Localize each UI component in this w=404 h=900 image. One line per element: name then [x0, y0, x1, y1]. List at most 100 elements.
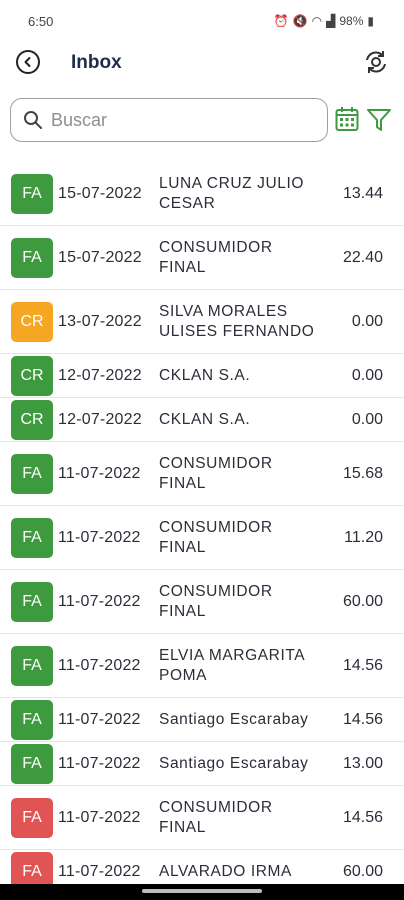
customer-name: CONSUMIDOR FINAL: [159, 518, 329, 558]
customer-name-line: Santiago Escarabay: [159, 711, 309, 728]
customer-name-line: FINAL: [159, 475, 206, 492]
customer-name: Santiago Escarabay: [159, 754, 329, 774]
document-type-badge: FA: [11, 646, 53, 686]
document-date: 11-07-2022: [58, 593, 141, 610]
document-date: 12-07-2022: [58, 367, 142, 384]
customer-name: SILVA MORALES ULISES FERNANDO: [159, 302, 329, 342]
battery-level: 98%: [339, 14, 364, 28]
list-item[interactable]: FA 11-07-2022 ELVIA MARGARITA POMA 14.56: [0, 634, 404, 698]
search-input[interactable]: [51, 109, 311, 131]
status-bar: 6:50 ⏰ 🔇 ◠ ▟ 98% ▮: [0, 0, 404, 44]
customer-name: LUNA CRUZ JULIO CESAR: [159, 174, 329, 214]
sync-button[interactable]: [362, 48, 390, 76]
document-type-badge: FA: [11, 582, 53, 622]
document-date: 15-07-2022: [58, 185, 142, 202]
calendar-icon: [335, 107, 359, 131]
document-amount: 11.20: [344, 529, 383, 546]
customer-name: CKLAN S.A.: [159, 410, 329, 430]
document-date: 11-07-2022: [58, 529, 141, 546]
list-item[interactable]: CR 13-07-2022 SILVA MORALES ULISES FERNANDO…: [0, 290, 404, 354]
customer-name-line: CONSUMIDOR: [159, 455, 273, 472]
customer-name-line: ELVIA MARGARITA: [159, 647, 306, 664]
customer-name: Santiago Escarabay: [159, 710, 329, 730]
app-header: Inbox: [0, 44, 404, 84]
customer-name: CKLAN S.A.: [159, 366, 329, 386]
customer-name-line: POMA: [159, 667, 208, 684]
document-date: 12-07-2022: [58, 411, 142, 428]
list-item[interactable]: FA 11-07-2022 CONSUMIDOR FINAL 14.56: [0, 786, 404, 850]
battery-icon: ▮: [367, 14, 374, 28]
customer-name: CONSUMIDOR FINAL: [159, 582, 329, 622]
list-item[interactable]: CR 12-07-2022 CKLAN S.A. 0.00: [0, 354, 404, 398]
list-item[interactable]: FA 15-07-2022 CONSUMIDOR FINAL 22.40: [0, 226, 404, 290]
customer-name-line: SILVA MORALES: [159, 303, 288, 320]
customer-name-line: ULISES FERNANDO: [159, 323, 315, 340]
document-date: 11-07-2022: [58, 465, 141, 482]
calendar-button[interactable]: [335, 106, 359, 132]
sync-icon: [366, 51, 386, 73]
customer-name-line: ALVARADO IRMA: [159, 863, 292, 880]
document-amount: 14.56: [342, 809, 383, 826]
signal-icon: ▟: [326, 14, 336, 28]
document-amount: 60.00: [342, 863, 383, 880]
document-amount: 0.00: [351, 367, 383, 384]
list-item[interactable]: CR 12-07-2022 CKLAN S.A. 0.00: [0, 398, 404, 442]
document-date: 15-07-2022: [58, 249, 142, 266]
alarm-icon: ⏰: [273, 14, 289, 28]
mute-icon: 🔇: [292, 14, 308, 28]
document-amount: 0.00: [351, 411, 383, 428]
document-date: 11-07-2022: [58, 711, 141, 728]
list-item[interactable]: FA 15-07-2022 LUNA CRUZ JULIO CESAR 13.44: [0, 162, 404, 226]
home-handle[interactable]: [142, 889, 262, 893]
customer-name: CONSUMIDOR FINAL: [159, 238, 329, 278]
navigation-bar: [0, 884, 404, 900]
search-icon: [24, 111, 42, 129]
document-date: 11-07-2022: [58, 809, 141, 826]
customer-name-line: CKLAN S.A.: [159, 411, 251, 428]
document-type-badge: FA: [11, 744, 53, 784]
customer-name-line: CONSUMIDOR: [159, 799, 273, 816]
wifi-icon: ◠: [311, 14, 323, 28]
back-button[interactable]: [16, 50, 40, 74]
list-item[interactable]: FA 11-07-2022 Santiago Escarabay 14.56: [0, 698, 404, 742]
customer-name: CONSUMIDOR FINAL: [159, 798, 329, 838]
document-date: 11-07-2022: [58, 863, 141, 880]
status-icons: ⏰ 🔇 ◠ ▟ 98% ▮: [274, 14, 374, 28]
customer-name: ALVARADO IRMA: [159, 862, 329, 882]
list-item[interactable]: FA 11-07-2022 Santiago Escarabay 13.00: [0, 742, 404, 786]
customer-name-line: Santiago Escarabay: [159, 755, 309, 772]
filter-button[interactable]: [366, 107, 392, 133]
customer-name-line: LUNA CRUZ JULIO: [159, 175, 305, 192]
chevron-left-icon: [24, 57, 31, 67]
document-date: 13-07-2022: [58, 313, 142, 330]
document-type-badge: CR: [11, 400, 53, 440]
customer-name-line: CONSUMIDOR: [159, 519, 273, 536]
document-type-badge: FA: [11, 174, 53, 214]
customer-name-line: FINAL: [159, 819, 206, 836]
document-type-badge: CR: [11, 302, 53, 342]
list-item[interactable]: FA 11-07-2022 CONSUMIDOR FINAL 11.20: [0, 506, 404, 570]
document-date: 11-07-2022: [58, 657, 141, 674]
customer-name-line: FINAL: [159, 603, 206, 620]
customer-name: CONSUMIDOR FINAL: [159, 454, 329, 494]
document-type-badge: FA: [11, 454, 53, 494]
document-type-badge: FA: [11, 518, 53, 558]
document-type-badge: FA: [11, 700, 53, 740]
list-item[interactable]: FA 11-07-2022 CONSUMIDOR FINAL 60.00: [0, 570, 404, 634]
document-amount: 0.00: [351, 313, 383, 330]
document-amount: 14.56: [342, 711, 383, 728]
search-box[interactable]: [10, 98, 328, 142]
document-type-badge: CR: [11, 356, 53, 396]
document-amount: 13.44: [342, 185, 383, 202]
document-amount: 60.00: [342, 593, 383, 610]
customer-name-line: CONSUMIDOR: [159, 239, 273, 256]
list-item[interactable]: FA 11-07-2022 CONSUMIDOR FINAL 15.68: [0, 442, 404, 506]
document-type-badge: FA: [11, 238, 53, 278]
customer-name-line: FINAL: [159, 259, 206, 276]
filter-icon: [367, 109, 391, 131]
customer-name-line: CESAR: [159, 195, 216, 212]
status-time: 6:50: [28, 14, 54, 29]
document-amount: 15.68: [342, 465, 383, 482]
document-amount: 14.56: [342, 657, 383, 674]
customer-name-line: CONSUMIDOR: [159, 583, 273, 600]
